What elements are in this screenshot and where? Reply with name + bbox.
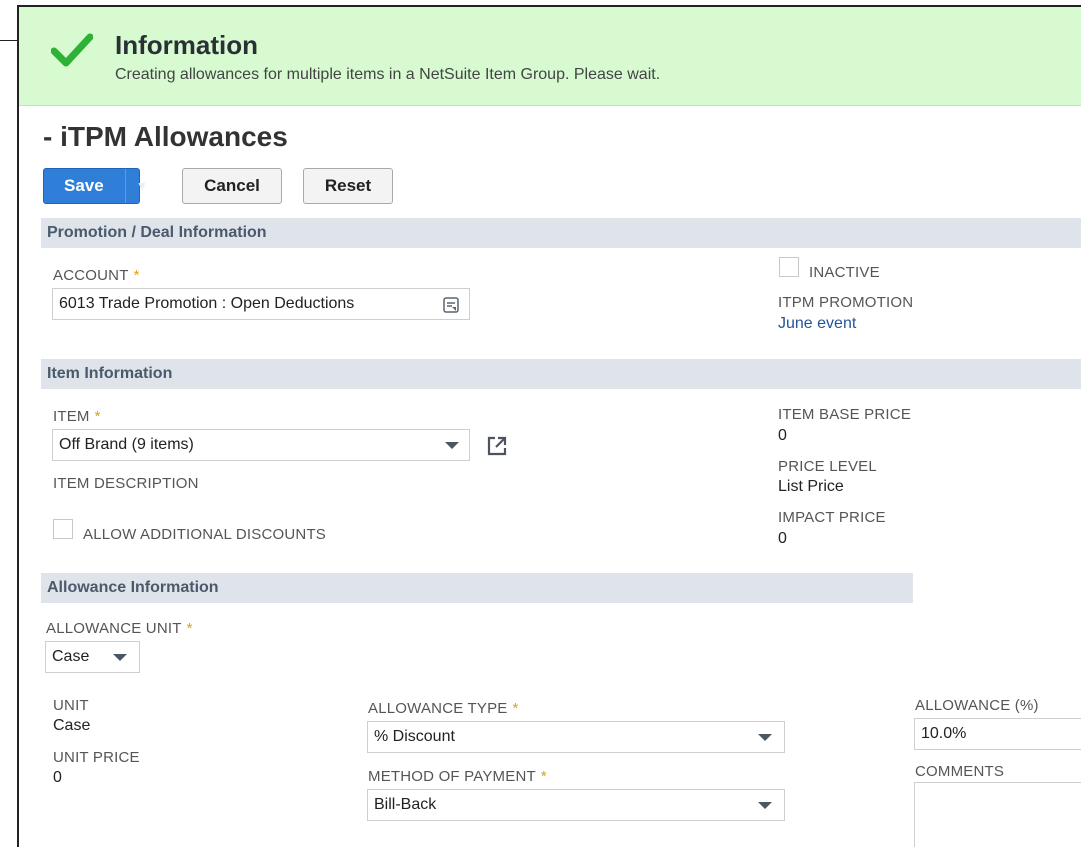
section-allowance-information[interactable]: Allowance Information xyxy=(41,573,913,603)
method-of-payment-label: METHOD OF PAYMENT * xyxy=(368,768,547,785)
allow-additional-discounts-label: ALLOW ADDITIONAL DISCOUNTS xyxy=(83,526,327,543)
chevron-down-icon xyxy=(758,802,772,809)
save-split-divider xyxy=(125,169,126,203)
allowance-type-value: % Discount xyxy=(374,728,455,745)
section-item-information[interactable]: Item Information xyxy=(41,359,1081,389)
impact-price-label: IMPACT PRICE xyxy=(778,509,886,526)
page-title: - iTPM Allowances xyxy=(43,121,288,152)
checkmark-icon xyxy=(51,33,93,67)
comments-label: COMMENTS xyxy=(915,763,1005,780)
item-label: ITEM * xyxy=(53,408,101,425)
reset-button[interactable]: Reset xyxy=(303,168,393,204)
unit-price-label: UNIT PRICE xyxy=(53,749,140,766)
inactive-checkbox[interactable] xyxy=(779,257,799,277)
app-frame: Information Creating allowances for mult… xyxy=(17,5,1081,847)
cancel-button[interactable]: Cancel xyxy=(182,168,282,204)
save-button[interactable]: Save ▼ xyxy=(43,168,148,204)
list-picker-icon[interactable] xyxy=(443,297,459,313)
unit-value: Case xyxy=(53,717,91,734)
allowance-type-select[interactable]: % Discount xyxy=(367,721,785,753)
account-label: ACCOUNT * xyxy=(53,267,140,284)
chevron-down-icon xyxy=(113,654,127,661)
unit-price-value: 0 xyxy=(53,769,62,786)
impact-price-value: 0 xyxy=(778,530,787,547)
allowance-type-label: ALLOWANCE TYPE * xyxy=(368,700,519,717)
banner-message: Creating allowances for multiple items i… xyxy=(115,66,661,83)
account-value: 6013 Trade Promotion : Open Deductions xyxy=(59,295,355,312)
item-base-price-value: 0 xyxy=(778,427,787,444)
information-banner: Information Creating allowances for mult… xyxy=(19,7,1081,106)
allowance-unit-value: Case xyxy=(52,648,90,665)
chevron-down-icon xyxy=(758,734,772,741)
allowance-percent-value: 10.0% xyxy=(921,725,967,742)
method-of-payment-select[interactable]: Bill-Back xyxy=(367,789,785,821)
banner-title: Information xyxy=(115,30,258,60)
account-field[interactable]: 6013 Trade Promotion : Open Deductions xyxy=(52,288,470,320)
open-external-icon[interactable] xyxy=(486,435,508,457)
save-button-label: Save xyxy=(64,176,104,195)
item-base-price-label: ITEM BASE PRICE xyxy=(778,406,912,423)
allowance-percent-input[interactable]: 10.0% xyxy=(914,718,1081,750)
price-level-label: PRICE LEVEL xyxy=(778,458,877,475)
caret-down-icon[interactable]: ▼ xyxy=(136,169,148,203)
allow-additional-discounts-checkbox[interactable] xyxy=(53,519,73,539)
itpm-promotion-link[interactable]: June event xyxy=(778,315,856,333)
inactive-label: INACTIVE xyxy=(809,264,880,281)
chevron-down-icon xyxy=(445,442,459,449)
method-of-payment-value: Bill-Back xyxy=(374,796,437,813)
comments-textarea[interactable] xyxy=(914,782,1081,847)
item-value: Off Brand (9 items) xyxy=(59,436,194,453)
price-level-value: List Price xyxy=(778,478,844,495)
unit-label: UNIT xyxy=(53,697,89,714)
itpm-promotion-label: ITPM PROMOTION xyxy=(778,294,914,311)
allowance-unit-select[interactable]: Case xyxy=(45,641,140,673)
allowance-percent-label: ALLOWANCE (%) xyxy=(915,697,1039,714)
allowance-unit-label: ALLOWANCE UNIT * xyxy=(46,620,193,637)
section-promotion-deal-information[interactable]: Promotion / Deal Information xyxy=(41,218,1081,248)
item-description-label: ITEM DESCRIPTION xyxy=(53,475,199,492)
item-select[interactable]: Off Brand (9 items) xyxy=(52,429,470,461)
